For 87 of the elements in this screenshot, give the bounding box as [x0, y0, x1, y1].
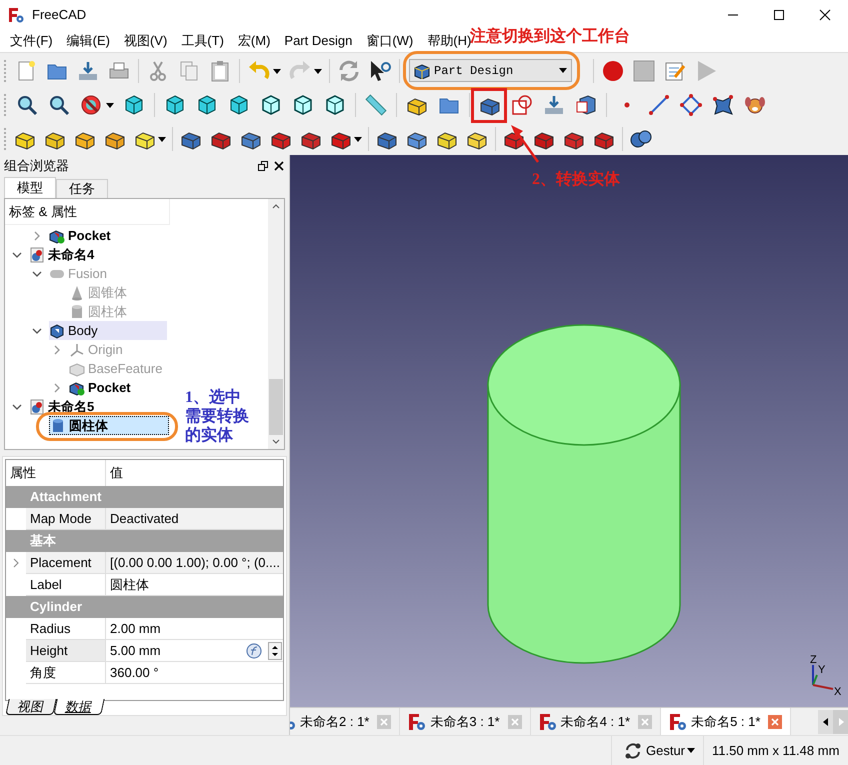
cursor-icon[interactable] [368, 58, 392, 82]
document-tab[interactable]: 未命名4 : 1* [530, 708, 662, 735]
app-logo-icon [408, 712, 426, 730]
axis-triad-drawing [812, 665, 834, 690]
axis-label: X [834, 686, 842, 698]
caret-icon[interactable] [314, 66, 322, 74]
column-header[interactable]: 标签 & 属性 [9, 202, 77, 222]
menu-item[interactable]: 窗口(W) [359, 31, 420, 51]
tree-item[interactable]: 未命名4 [29, 245, 100, 264]
property-name: 角度 [26, 662, 106, 684]
scroll-left-icon[interactable] [818, 710, 833, 734]
caret-icon[interactable] [106, 101, 114, 109]
pocket-icon [69, 380, 85, 396]
cylinder-icon [69, 304, 85, 320]
menu-item[interactable]: 视图(V) [116, 31, 174, 51]
value-field[interactable]: 5.00 mm [106, 640, 161, 660]
square-circle-icon[interactable] [510, 93, 534, 117]
panel-tab[interactable]: 模型 [4, 177, 56, 198]
tree-item[interactable]: Body [49, 321, 167, 340]
scrollbar[interactable] [268, 199, 284, 449]
panel-tab[interactable]: 任务 [56, 179, 108, 198]
caret-icon[interactable] [158, 134, 166, 142]
pocket-icon [49, 228, 65, 244]
line-icon[interactable] [647, 93, 671, 117]
axes-icon [69, 342, 85, 358]
spin-buttons[interactable] [268, 642, 282, 660]
diamond-icon[interactable] [679, 93, 703, 117]
property-value: Deactivated [109, 510, 179, 528]
document-icon [29, 246, 45, 262]
no-entry-icon[interactable] [79, 93, 103, 117]
property-value: [(0.00 0.00 1.00); 0.00 °; (0.... [109, 554, 280, 572]
annotation-text: 注意切换到这个工作台 [470, 26, 630, 45]
property-value: 360.00 ° [109, 664, 159, 682]
axis-label: Y [818, 664, 826, 676]
app-logo-icon [669, 712, 688, 730]
function-icon[interactable] [246, 642, 262, 658]
dimensions-label: 11.50 mm x 11.48 mm [703, 736, 848, 765]
cone-icon [69, 284, 85, 300]
body-icon [49, 322, 65, 338]
menu-item[interactable]: 编辑(E) [60, 31, 117, 51]
panel-tab[interactable]: 数据 [53, 699, 105, 715]
magnifier-icon[interactable] [47, 93, 71, 117]
document-tab[interactable]: 未命名2 : 1* [290, 708, 400, 735]
annotation-text: 1、选中需要转换的实体 [185, 388, 250, 445]
magnifier-icon[interactable] [15, 93, 39, 117]
property-name: Height [26, 640, 106, 662]
record-icon[interactable] [601, 58, 625, 82]
document-icon [29, 398, 45, 414]
caret-icon[interactable] [273, 66, 281, 74]
menu-item[interactable]: 工具(T) [174, 31, 231, 51]
menu-item[interactable]: 文件(F) [3, 31, 60, 51]
close-icon[interactable] [273, 160, 285, 172]
tree-item[interactable]: 未命名5 [29, 397, 100, 416]
navigation-icon[interactable] [624, 742, 642, 760]
annotation-text: 2、转换实体 [532, 169, 620, 190]
cylinder-icon [50, 418, 66, 434]
scrollbar-thumb[interactable] [269, 379, 283, 435]
property-name: Placement [26, 552, 106, 574]
property-value: 2.00 mm [109, 620, 161, 638]
tree-item[interactable]: Pocket [69, 378, 137, 397]
panel-tab[interactable]: 视图 [5, 699, 57, 715]
tree-item[interactable]: 圆柱体 [49, 416, 169, 435]
property-name: Map Mode [26, 508, 106, 530]
navigation-style-dropdown[interactable]: Gestur [646, 740, 695, 760]
column-header[interactable]: 值 [106, 460, 283, 486]
caret-icon [559, 68, 567, 74]
app-logo-icon [538, 712, 557, 730]
window-title: FreeCAD [32, 6, 86, 24]
pointer-arrow [511, 125, 540, 163]
document-tab[interactable]: 未命名5 : 1* [661, 708, 792, 735]
menu-item[interactable]: 宏(M) [230, 31, 278, 51]
panel-title: 组合浏览器 [4, 157, 69, 176]
workbench-dropdown[interactable]: Part Design [409, 59, 572, 82]
clone-icon[interactable] [574, 93, 598, 117]
block-icon [414, 62, 430, 78]
blob-icon[interactable] [711, 93, 735, 117]
highlight-frame [471, 88, 507, 123]
menu-item[interactable]: Part Design [277, 31, 360, 51]
app-logo-icon [8, 7, 24, 23]
caret-icon[interactable] [354, 134, 362, 142]
tray-icon[interactable] [542, 93, 566, 117]
box-icon [69, 360, 85, 376]
tree-item[interactable]: Pocket [49, 226, 117, 245]
float-icon[interactable] [257, 160, 269, 172]
caret-icon [687, 748, 695, 754]
property-value: 圆柱体 [109, 576, 149, 594]
axis-label: Z [810, 654, 817, 666]
